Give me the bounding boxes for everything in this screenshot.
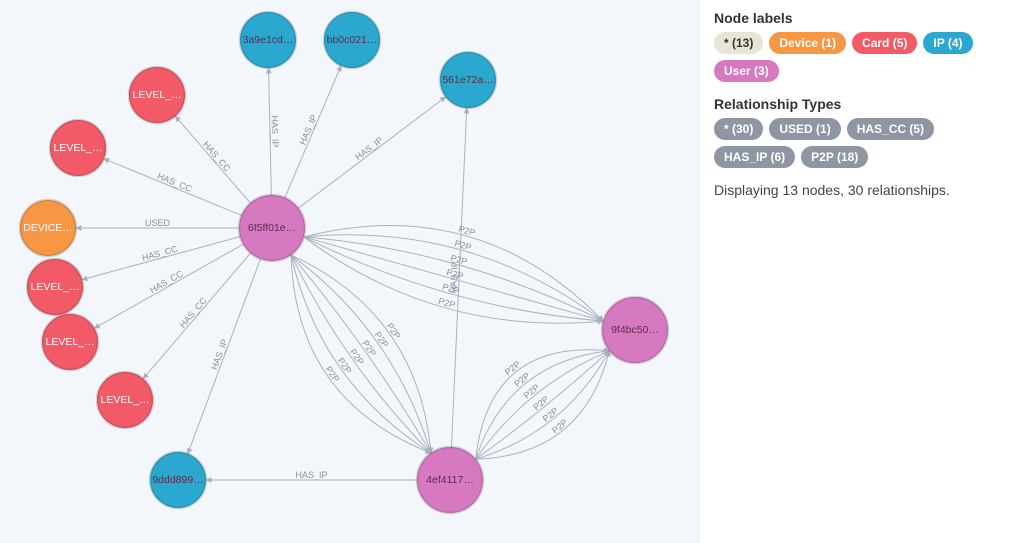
node-label-pills: * (13) Device (1) Card (5) IP (4) User (3) bbox=[714, 32, 1010, 82]
edge-label: P2P bbox=[437, 296, 456, 310]
edge-label: HAS_IP bbox=[209, 338, 230, 371]
node-card[interactable]: LEVEL_… bbox=[97, 372, 153, 428]
rel-type-pills: * (30) USED (1) HAS_CC (5) HAS_IP (6) P2P (1… bbox=[714, 118, 1010, 168]
node-ip[interactable]: bb0c021… bbox=[324, 12, 380, 68]
rel-pill[interactable]: USED (1) bbox=[769, 118, 840, 140]
edge-has_ip[interactable]: HAS_IP bbox=[188, 259, 261, 454]
node-labels-heading: Node labels bbox=[714, 10, 1010, 26]
node-card[interactable]: LEVEL_… bbox=[27, 259, 83, 315]
edge-label: HAS_IP bbox=[270, 115, 281, 147]
node-user[interactable]: 9f4bc50… bbox=[602, 297, 668, 363]
graph-canvas[interactable]: USEDHAS_CCHAS_CCHAS_CCHAS_CCHAS_CCHAS_IP… bbox=[0, 0, 700, 543]
edge-has_ip[interactable]: HAS_IP bbox=[206, 470, 417, 480]
rel-pill[interactable]: * (30) bbox=[714, 118, 763, 140]
label-pill-star[interactable]: * (13) bbox=[714, 32, 763, 54]
edge-has_ip[interactable]: HAS_IP bbox=[269, 68, 281, 195]
edge-has_cc[interactable]: HAS_CC bbox=[94, 244, 243, 328]
graph-svg[interactable]: USEDHAS_CCHAS_CCHAS_CCHAS_CCHAS_CCHAS_IP… bbox=[0, 0, 700, 543]
edge-label: USED bbox=[145, 218, 171, 228]
edge-label: P2P bbox=[453, 238, 472, 252]
legend-panel: Node labels * (13) Device (1) Card (5) IP (… bbox=[700, 0, 1024, 543]
displaying-summary: Displaying 13 nodes, 30 relationships. bbox=[714, 182, 1010, 198]
edge-p2p[interactable]: P2P bbox=[291, 255, 431, 453]
edge-label: HAS_IP bbox=[295, 470, 327, 480]
label-pill-ip[interactable]: IP (4) bbox=[923, 32, 972, 54]
rel-pill[interactable]: HAS_IP (6) bbox=[714, 146, 795, 168]
label-pill-user[interactable]: User (3) bbox=[714, 60, 779, 82]
node-ip[interactable]: 561e72a… bbox=[440, 52, 496, 108]
edge-label: HAS_CC bbox=[141, 244, 179, 263]
edge-used[interactable]: USED bbox=[76, 218, 239, 228]
rel-types-heading: Relationship Types bbox=[714, 96, 1010, 112]
rel-pill[interactable]: P2P (18) bbox=[801, 146, 868, 168]
edge-has_cc[interactable]: HAS_CC bbox=[82, 237, 240, 280]
node-ip[interactable]: 9ddd899… bbox=[150, 452, 206, 508]
label-pill-card[interactable]: Card (5) bbox=[852, 32, 917, 54]
label-pill-device[interactable]: Device (1) bbox=[769, 32, 846, 54]
edge-has_cc[interactable]: HAS_CC bbox=[143, 253, 250, 379]
edge-label: P2P bbox=[457, 224, 476, 238]
edge-has_ip[interactable]: HAS_IP bbox=[285, 66, 341, 198]
rel-pill[interactable]: HAS_CC (5) bbox=[847, 118, 934, 140]
node-card[interactable]: LEVEL_… bbox=[129, 67, 185, 123]
node-card[interactable]: LEVEL_… bbox=[42, 314, 98, 370]
node-ip[interactable]: 3a9e1cd… bbox=[240, 12, 296, 68]
node-device[interactable]: DEVICE… bbox=[20, 200, 76, 256]
edge-label: HAS_CC bbox=[201, 139, 233, 174]
edge-label: HAS_CC bbox=[177, 295, 209, 330]
edge-label: HAS_IP bbox=[298, 113, 320, 146]
edge-label: HAS_CC bbox=[148, 268, 185, 295]
node-card[interactable]: LEVEL_… bbox=[50, 120, 106, 176]
edge-label: HAS_IP bbox=[353, 135, 385, 162]
node-user[interactable]: 4ef4117… bbox=[417, 447, 483, 513]
node-user[interactable]: 6f5ff01e… bbox=[239, 195, 305, 261]
